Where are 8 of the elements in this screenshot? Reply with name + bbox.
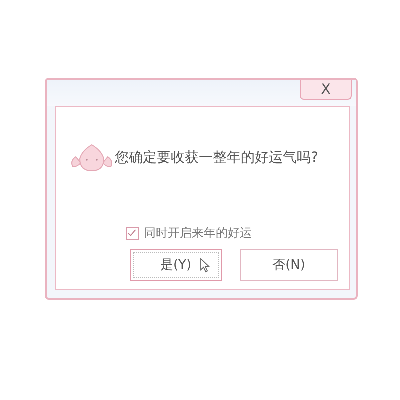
dialog-button[interactable]: 是(Y) (130, 249, 222, 281)
close-button[interactable]: X (300, 80, 352, 100)
checkbox[interactable] (126, 227, 139, 240)
checkbox-label: 同时开启来年的好运 (144, 225, 252, 242)
peach-icon (70, 143, 114, 173)
cursor-icon (200, 258, 210, 273)
question-text: 您确定要收获一整年的好运气吗? (115, 149, 318, 167)
dialog-button[interactable]: 否(N) (240, 249, 338, 281)
